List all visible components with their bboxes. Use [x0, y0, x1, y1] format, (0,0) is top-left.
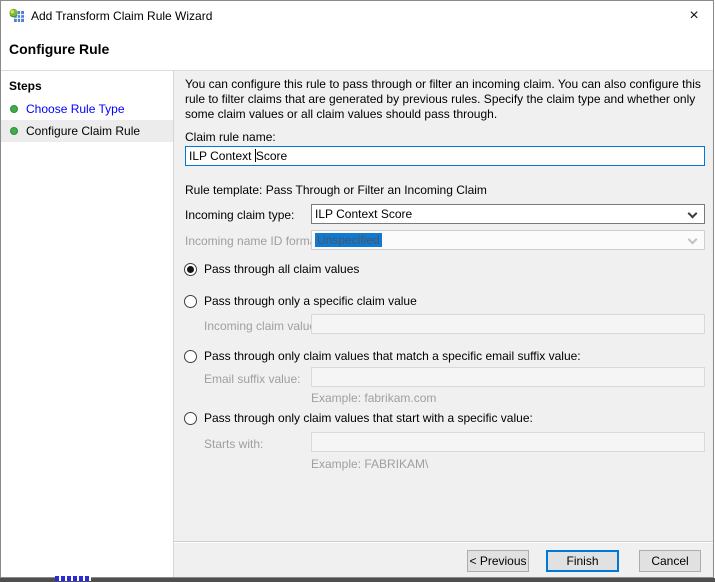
incoming-claim-type-select[interactable]: ILP Context Score: [311, 204, 705, 224]
window-title: Add Transform Claim Rule Wizard: [31, 9, 212, 23]
radio-label: Pass through only claim values that matc…: [204, 349, 581, 363]
incoming-claim-type-label: Incoming claim type:: [185, 208, 294, 222]
starts-with-label: Starts with:: [204, 437, 263, 451]
wizard-dialog: Add Transform Claim Rule Wizard × Config…: [0, 0, 714, 578]
sidebar-item-configure-claim-rule[interactable]: Configure Claim Rule: [1, 120, 173, 142]
footer-separator: [174, 541, 713, 542]
close-icon[interactable]: ×: [681, 5, 707, 27]
email-suffix-value-label: Email suffix value:: [204, 372, 301, 386]
starts-with-example-text: Example: FABRIKAM\: [311, 457, 428, 471]
intro-text: You can configure this rule to pass thro…: [185, 77, 709, 122]
input-text: ILP Context: [189, 149, 255, 163]
previous-button[interactable]: < Previous: [467, 550, 529, 572]
input-text: Score: [256, 149, 287, 163]
radio-button-icon: [184, 263, 197, 276]
sidebar-item-label: Configure Claim Rule: [26, 124, 140, 138]
step-completed-dot-icon: [10, 127, 18, 135]
chevron-down-icon: [688, 235, 698, 245]
radio-button-icon: [184, 412, 197, 425]
radio-label: Pass through all claim values: [204, 262, 359, 276]
adfs-wizard-icon: [9, 8, 25, 24]
radio-label: Pass through only a specific claim value: [204, 294, 417, 308]
step-completed-dot-icon: [10, 105, 18, 113]
main-panel: You can configure this rule to pass thro…: [174, 71, 713, 577]
sidebar-item-choose-rule-type[interactable]: Choose Rule Type: [1, 98, 173, 120]
radio-label: Pass through only claim values that star…: [204, 411, 533, 425]
email-suffix-value-input: [311, 367, 705, 387]
rule-template-text: Rule template: Pass Through or Filter an…: [185, 183, 487, 197]
occluded-background-text-fragment: [55, 576, 91, 581]
radio-match-email-suffix[interactable]: Pass through only claim values that matc…: [184, 350, 581, 363]
incoming-name-id-format-label: Incoming name ID format:: [185, 234, 323, 248]
sidebar-item-label: Choose Rule Type: [26, 102, 125, 116]
chevron-down-icon: [688, 209, 698, 219]
claim-rule-name-input[interactable]: ILP Context Score: [185, 146, 705, 166]
incoming-claim-value-label: Incoming claim value:: [204, 319, 319, 333]
radio-start-with-value[interactable]: Pass through only claim values that star…: [184, 412, 533, 425]
starts-with-input: [311, 432, 705, 452]
steps-heading: Steps: [9, 79, 42, 93]
radio-button-icon: [184, 350, 197, 363]
background-window-edge: [0, 578, 715, 582]
radio-button-icon: [184, 295, 197, 308]
cancel-button[interactable]: Cancel: [639, 550, 701, 572]
steps-sidebar: Steps Choose Rule Type Configure Claim R…: [1, 71, 173, 577]
page-title: Configure Rule: [9, 41, 109, 57]
finish-button[interactable]: Finish: [546, 550, 619, 572]
title-bar: Add Transform Claim Rule Wizard ×: [1, 1, 713, 31]
selected-value: ILP Context Score: [315, 207, 412, 221]
claim-rule-name-label: Claim rule name:: [185, 130, 276, 144]
selected-value-highlighted: Unspecified: [315, 233, 382, 247]
email-suffix-example-text: Example: fabrikam.com: [311, 391, 436, 405]
radio-pass-through-all[interactable]: Pass through all claim values: [184, 263, 359, 276]
incoming-name-id-format-select: Unspecified: [311, 230, 705, 250]
radio-pass-through-specific-value[interactable]: Pass through only a specific claim value: [184, 295, 417, 308]
incoming-claim-value-input: [311, 314, 705, 334]
